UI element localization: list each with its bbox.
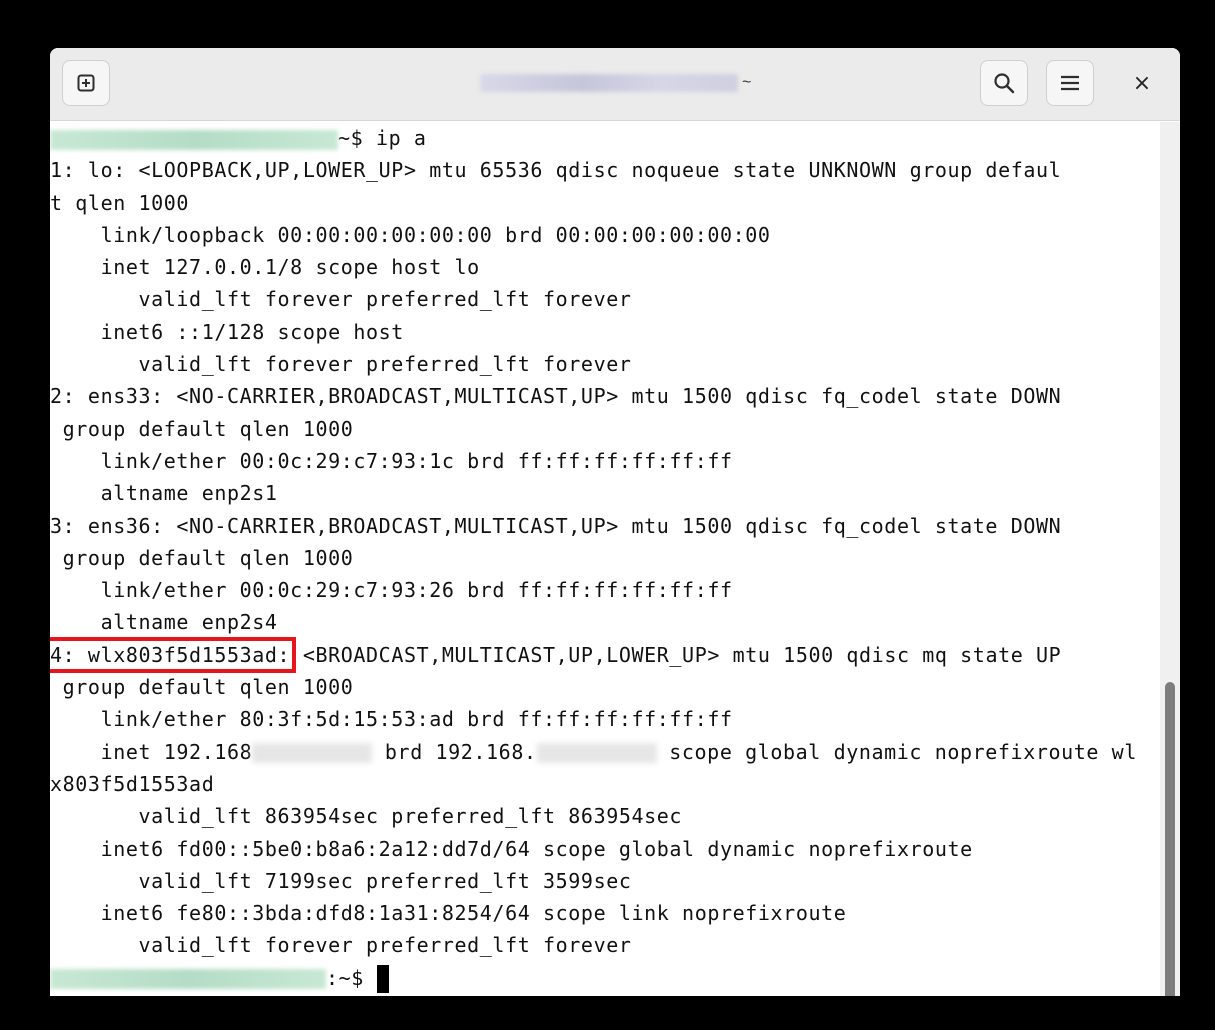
search-icon <box>994 73 1015 94</box>
output-line: group default qlen 1000 <box>50 675 354 700</box>
output-block-3: x803f5d1553ad valid_lft 863954sec prefer… <box>50 768 1160 962</box>
output-block-2: group default qlen 1000 link/ether 80:3f… <box>50 671 1160 736</box>
output-line: group default qlen 1000 <box>50 545 354 570</box>
output-line: inet 127.0.0.1/8 scope host lo <box>50 255 480 280</box>
redacted-hostname <box>480 74 738 92</box>
redacted-prompt <box>50 129 338 150</box>
output-line: link/loopback 00:00:00:00:00:00 brd 00:0… <box>50 222 771 247</box>
output-line: valid_lft 863954sec preferred_lft 863954… <box>50 804 683 829</box>
output-line: inet6 fe80::3bda:dfd8:1a31:8254/64 scope… <box>50 901 847 926</box>
output-line: link/ether 00:0c:29:c7:93:26 brd ff:ff:f… <box>50 578 733 603</box>
output-line: 1: lo: <LOOPBACK,UP,LOWER_UP> mtu 65536 … <box>50 158 1062 183</box>
text-cursor <box>376 965 389 994</box>
redacted-prompt <box>50 969 326 990</box>
search-button[interactable] <box>980 60 1028 106</box>
hamburger-menu-icon <box>1061 75 1079 91</box>
output-line: inet6 ::1/128 scope host <box>50 319 404 344</box>
menu-button[interactable] <box>1046 60 1094 106</box>
output-line: valid_lft forever preferred_lft forever <box>50 287 632 312</box>
close-button[interactable]: × <box>1122 62 1162 104</box>
output-line: inet6 fd00::5be0:b8a6:2a12:dd7d/64 scope… <box>50 836 973 861</box>
command-text: ip a <box>375 126 427 150</box>
interface-name-highlight: 4: wlx803f5d1553ad: <box>50 636 297 673</box>
redacted-ip <box>252 743 373 764</box>
header-bar: ~ × <box>50 48 1180 121</box>
output-line: valid_lft forever preferred_lft forever <box>50 352 632 377</box>
title-suffix: ~ <box>742 74 752 91</box>
prompt-line-current: :~$ <box>50 962 1160 994</box>
output-line: 2: ens33: <NO-CARRIER,BROADCAST,MULTICAS… <box>50 384 1062 409</box>
output-block-1: 1: lo: <LOOPBACK,UP,LOWER_UP> mtu 65536 … <box>50 154 1160 638</box>
output-line: x803f5d1553ad <box>50 771 215 796</box>
window-title: ~ <box>480 70 751 96</box>
output-line: group default qlen 1000 <box>50 416 354 441</box>
close-icon: × <box>1132 70 1152 96</box>
new-tab-button[interactable] <box>62 60 110 106</box>
terminal-window: ~ × ~$ ip a 1: lo: <LOOPBACK,UP,LOWER_UP… <box>50 48 1180 996</box>
output-line: valid_lft 7199sec preferred_lft 3599sec <box>50 868 632 893</box>
output-line: link/ether 00:0c:29:c7:93:1c brd ff:ff:f… <box>50 448 733 473</box>
output-line: altname enp2s4 <box>50 610 278 635</box>
scrollbar-thumb[interactable] <box>1165 682 1175 996</box>
prompt-line: ~$ ip a <box>50 122 1160 154</box>
output-line: link/ether 80:3f:5d:15:53:ad brd ff:ff:f… <box>50 707 733 732</box>
inet-line: inet 192.168 brd 192.168. scope global d… <box>50 739 1137 764</box>
output-line: valid_lft forever preferred_lft forever <box>50 933 632 958</box>
plus-square-icon <box>77 74 95 92</box>
terminal-output[interactable]: ~$ ip a 1: lo: <LOOPBACK,UP,LOWER_UP> mt… <box>50 122 1160 996</box>
interface-4-header: 4: wlx803f5d1553ad: <BROADCAST,MULTICAST… <box>50 636 1062 673</box>
output-line: altname enp2s1 <box>50 481 278 506</box>
redacted-broadcast <box>536 743 657 764</box>
scrollbar[interactable] <box>1160 122 1180 996</box>
output-line: t qlen 1000 <box>50 190 190 215</box>
output-line: 3: ens36: <NO-CARRIER,BROADCAST,MULTICAS… <box>50 513 1062 538</box>
